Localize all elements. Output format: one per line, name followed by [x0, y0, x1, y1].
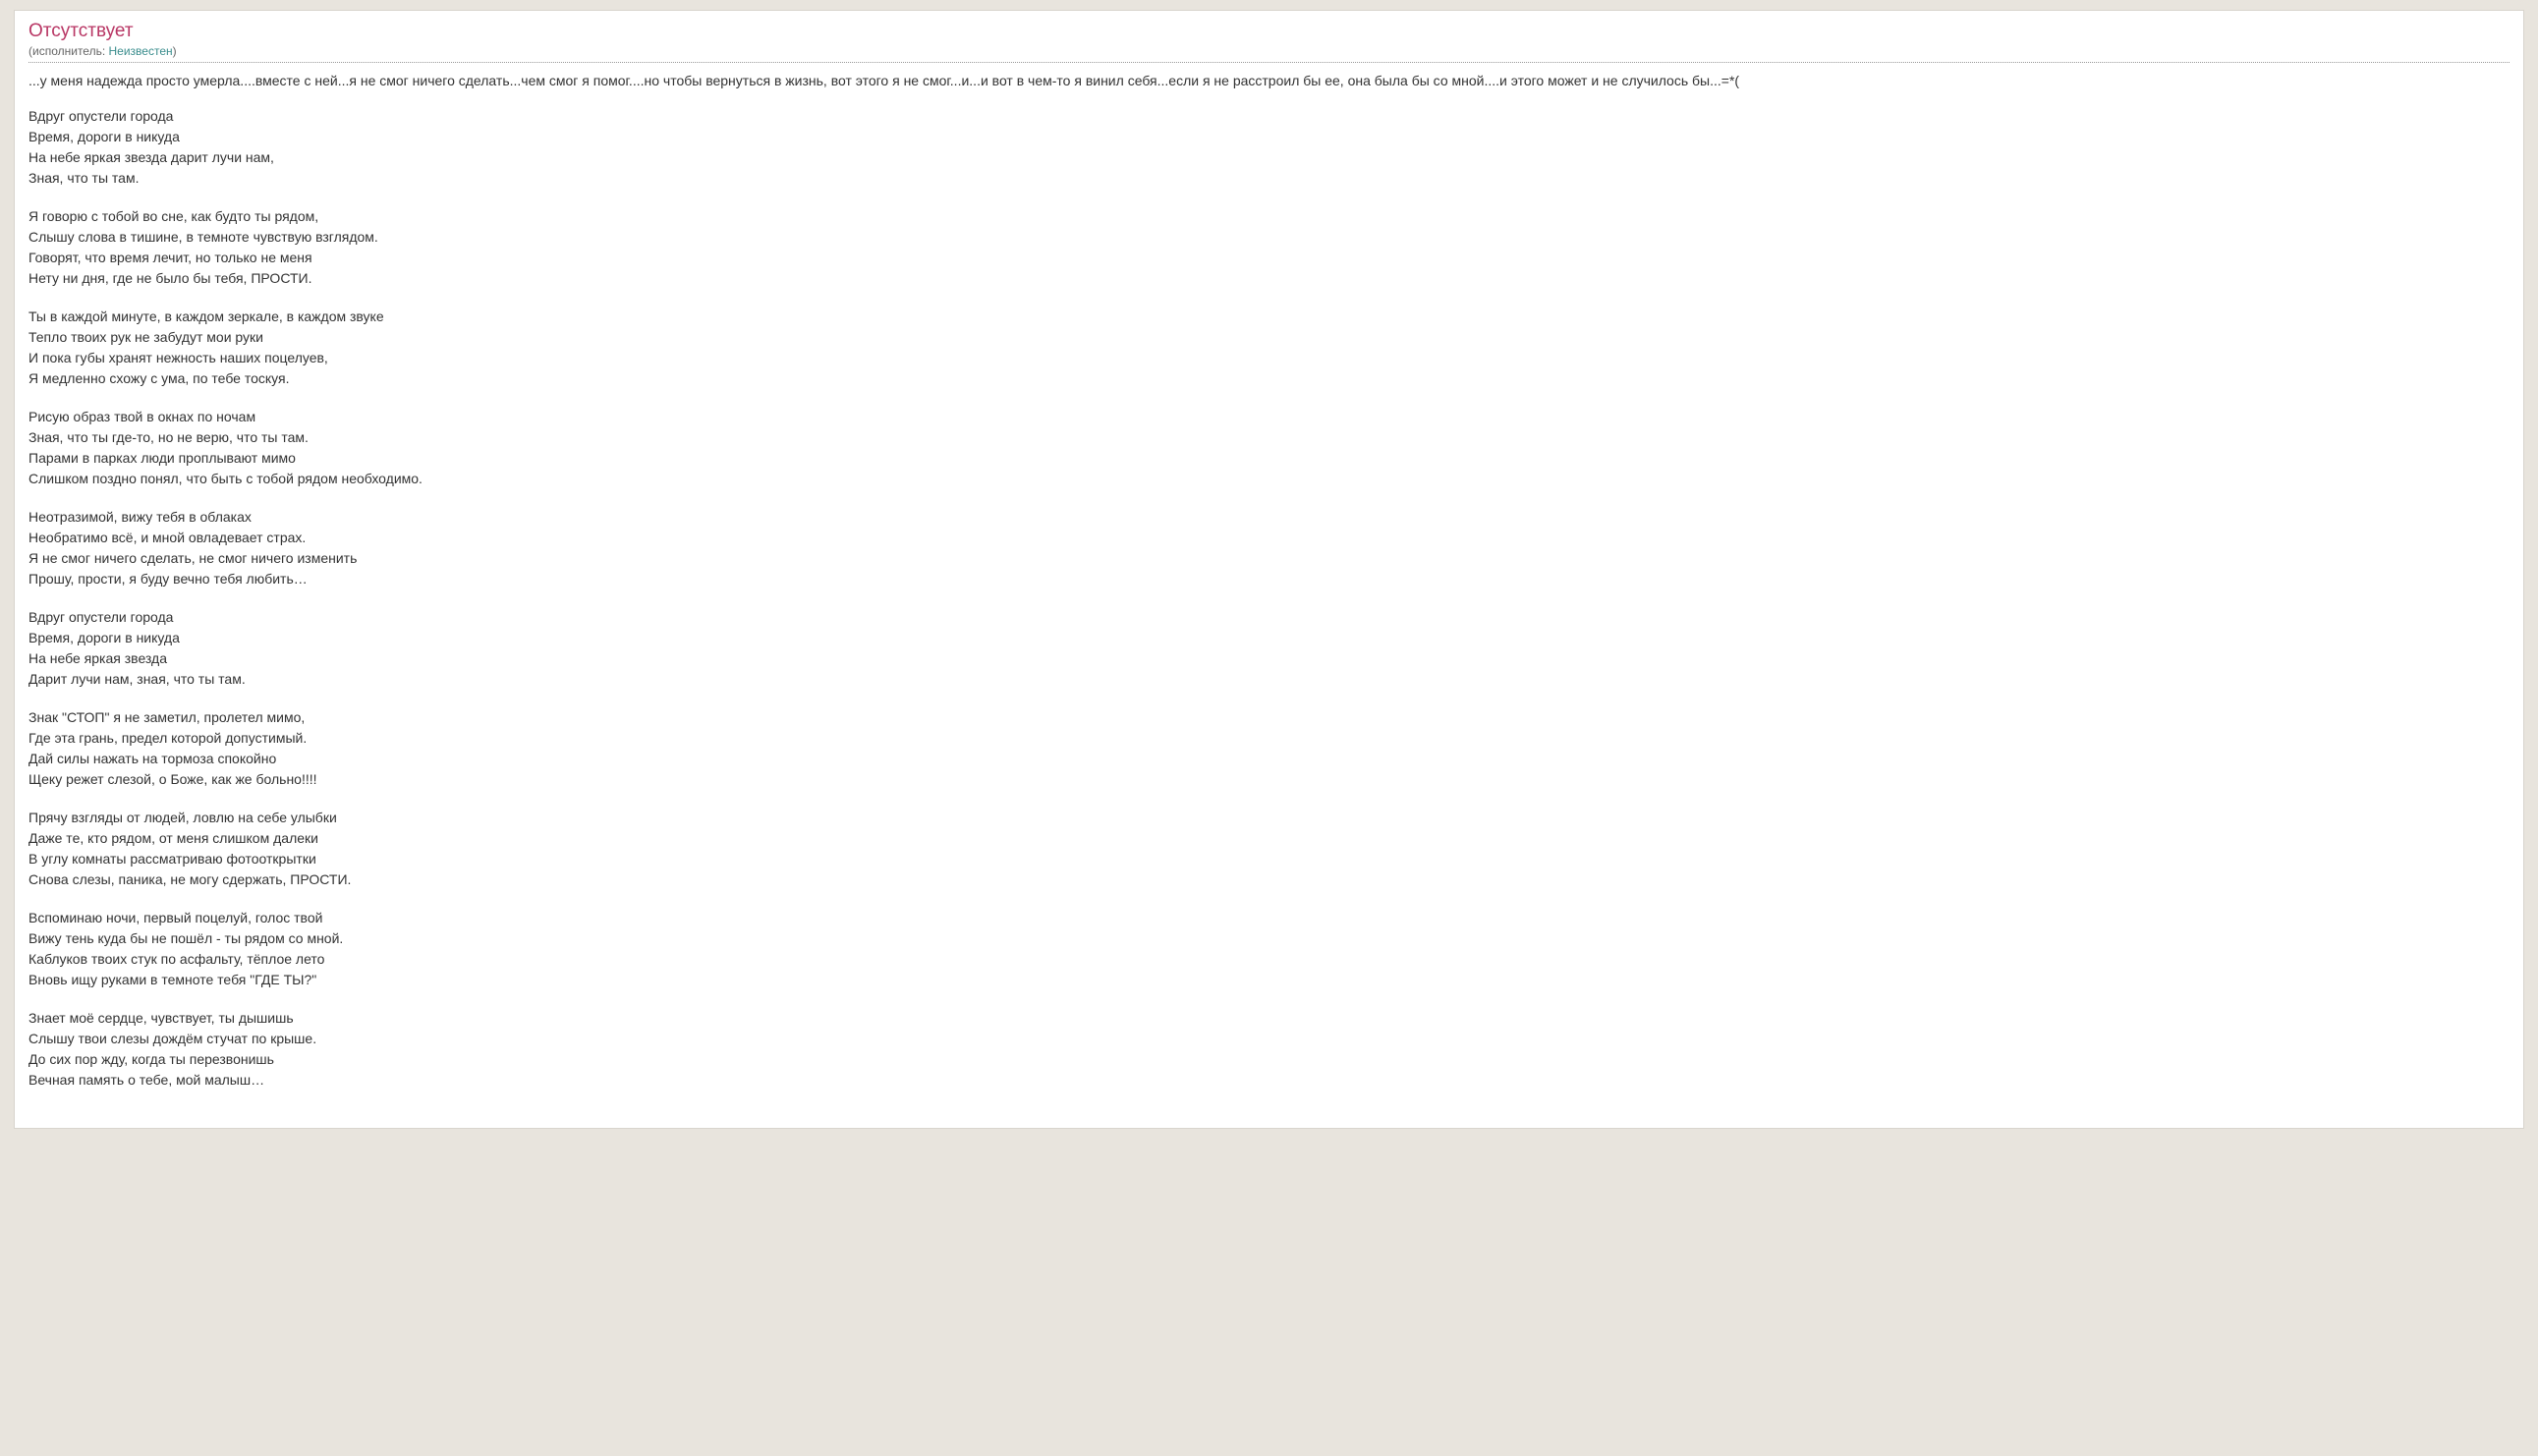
- lyrics-stanza: Знает моё сердце, чувствует, ты дышишь С…: [28, 1008, 2510, 1091]
- lyrics-stanza: Рисую образ твой в окнах по ночам Зная, …: [28, 407, 2510, 489]
- content-box: Отсутствует (исполнитель: Неизвестен) ..…: [14, 10, 2524, 1129]
- intro-text: ...у меня надежда просто умерла....вмест…: [28, 73, 2510, 88]
- lyrics-stanza: Прячу взгляды от людей, ловлю на себе ул…: [28, 808, 2510, 890]
- performer-link[interactable]: Неизвестен: [109, 44, 173, 58]
- lyrics-stanza: Вспоминаю ночи, первый поцелуй, голос тв…: [28, 908, 2510, 990]
- lyrics-stanza: Вдруг опустели города Время, дороги в ни…: [28, 106, 2510, 189]
- lyrics-stanza: Неотразимой, вижу тебя в облаках Необрат…: [28, 507, 2510, 589]
- lyrics-stanza: Знак "СТОП" я не заметил, пролетел мимо,…: [28, 707, 2510, 790]
- performer-row: (исполнитель: Неизвестен): [28, 44, 2510, 63]
- lyrics-container: Вдруг опустели города Время, дороги в ни…: [28, 106, 2510, 1091]
- performer-label-prefix: (исполнитель:: [28, 44, 109, 58]
- performer-label-suffix: ): [173, 44, 177, 58]
- page-title: Отсутствует: [28, 21, 2510, 42]
- lyrics-stanza: Вдруг опустели города Время, дороги в ни…: [28, 607, 2510, 690]
- lyrics-stanza: Я говорю с тобой во сне, как будто ты ря…: [28, 206, 2510, 289]
- lyrics-stanza: Ты в каждой минуте, в каждом зеркале, в …: [28, 307, 2510, 389]
